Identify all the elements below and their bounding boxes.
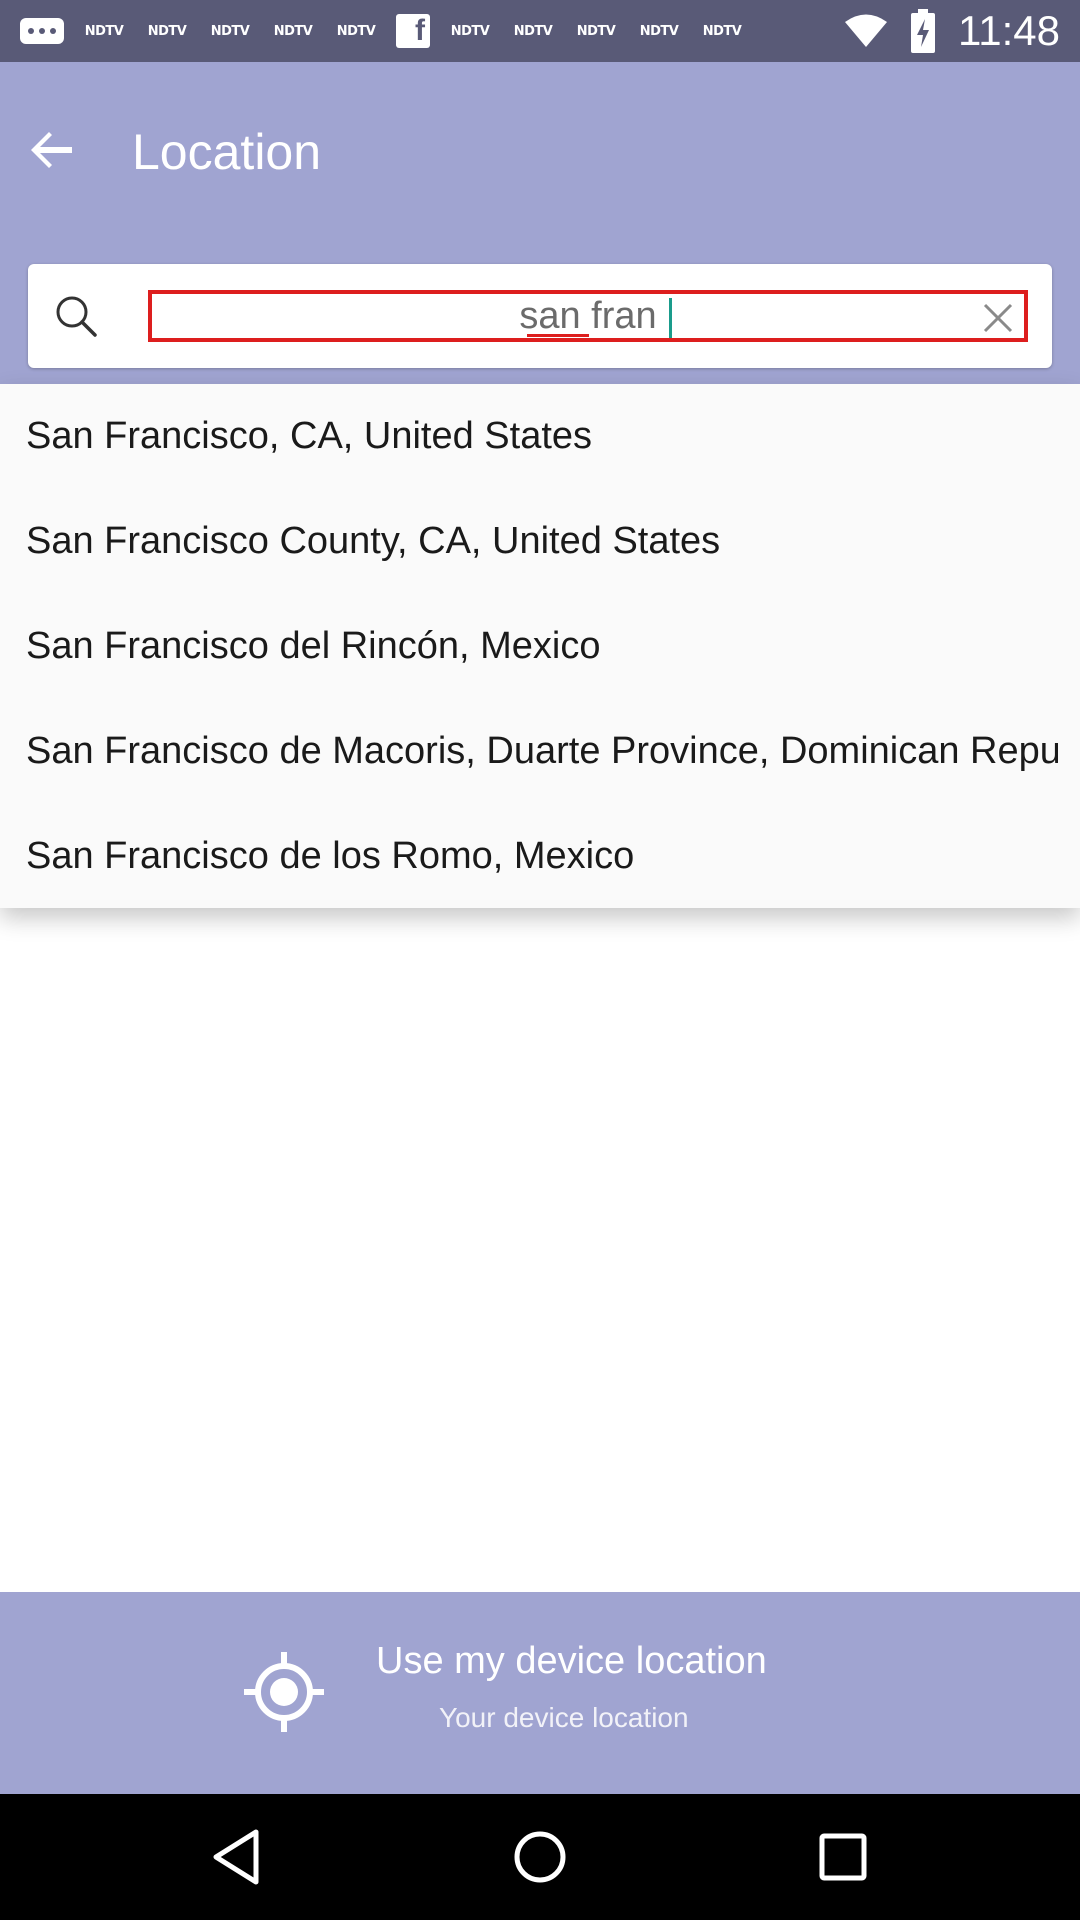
use-device-location-button[interactable]: Use my device location Your device locat… xyxy=(0,1592,1080,1794)
device-location-subtitle: Your device location xyxy=(439,1702,689,1733)
my-location-icon xyxy=(244,1652,324,1732)
search-icon xyxy=(56,296,97,337)
device-location-title: Use my device location xyxy=(376,1640,767,1682)
ndtv-notification-icon: NDTV xyxy=(576,23,616,39)
text-cursor xyxy=(669,298,672,338)
ndtv-notification-icon: NDTV xyxy=(639,23,679,39)
search-input[interactable] xyxy=(152,294,1024,338)
back-nav-icon[interactable] xyxy=(202,1822,272,1892)
ndtv-notification-icon: NDTV xyxy=(336,23,376,39)
suggestion-item[interactable]: San Francisco del Rincón, Mexico xyxy=(0,594,1080,699)
ndtv-notification-icon: NDTV xyxy=(450,23,490,39)
ndtv-notification-icon: NDTV xyxy=(513,23,553,39)
ndtv-notification-icon: NDTV xyxy=(210,23,250,39)
suggestion-list: San Francisco, CA, United States San Fra… xyxy=(0,384,1080,908)
ndtv-notification-icon: NDTV xyxy=(702,23,742,39)
suggestion-item[interactable]: San Francisco de Macoris, Duarte Provinc… xyxy=(0,699,1080,804)
notification-icons: NDTV NDTV NDTV NDTV NDTV f NDTV NDTV NDT… xyxy=(20,14,745,48)
chat-notification-icon xyxy=(20,18,64,44)
home-nav-icon[interactable] xyxy=(505,1822,575,1892)
spellcheck-underline xyxy=(527,334,589,337)
suggestion-label: San Francisco de los Romo, Mexico xyxy=(26,835,635,877)
suggestion-item[interactable]: San Francisco, CA, United States xyxy=(0,384,1080,489)
facebook-notification-icon: f xyxy=(396,14,430,48)
search-input-highlight xyxy=(148,290,1028,342)
status-bar: NDTV NDTV NDTV NDTV NDTV f NDTV NDTV NDT… xyxy=(0,0,1080,62)
clock: 11:48 xyxy=(958,7,1060,54)
clear-icon[interactable] xyxy=(978,298,1018,338)
suggestion-item[interactable]: San Francisco County, CA, United States xyxy=(0,489,1080,594)
suggestion-label: San Francisco, CA, United States xyxy=(26,415,593,457)
suggestion-label: San Francisco County, CA, United States xyxy=(26,520,721,562)
suggestion-label: San Francisco de Macoris, Duarte Provinc… xyxy=(26,730,1058,772)
navigation-bar xyxy=(0,1794,1080,1920)
page-title: Location xyxy=(132,124,322,180)
recents-nav-icon[interactable] xyxy=(808,1822,878,1892)
suggestion-item[interactable]: San Francisco de los Romo, Mexico xyxy=(0,804,1080,909)
search-bar xyxy=(28,264,1052,368)
arrow-back-icon xyxy=(31,132,72,168)
ndtv-notification-icon: NDTV xyxy=(147,23,187,39)
wifi-icon xyxy=(845,14,887,47)
back-button[interactable] xyxy=(22,120,82,180)
ndtv-notification-icon: NDTV xyxy=(84,23,124,39)
battery-icon xyxy=(911,9,935,53)
ndtv-notification-icon: NDTV xyxy=(273,23,313,39)
suggestion-label: San Francisco del Rincón, Mexico xyxy=(26,625,601,667)
